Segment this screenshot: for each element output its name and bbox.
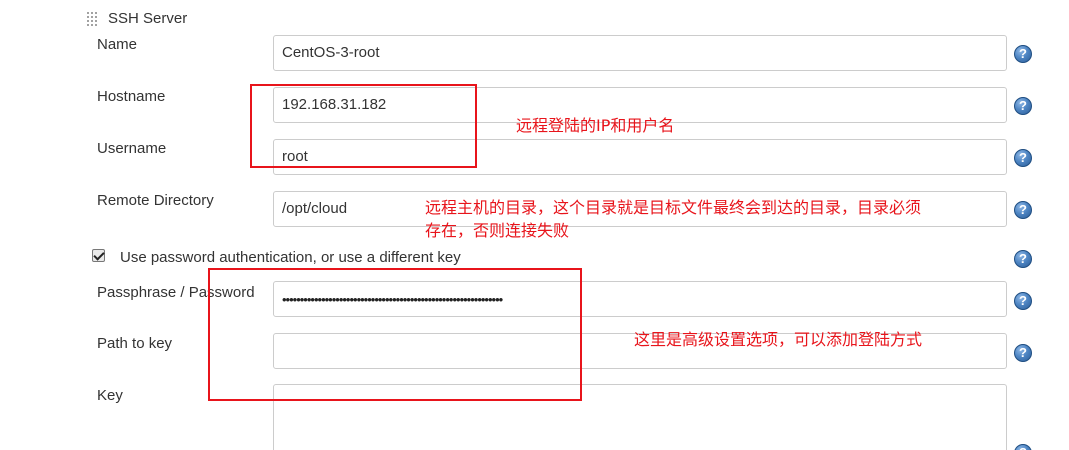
path-to-key-help-icon[interactable]: ?: [1014, 344, 1032, 362]
use-password-checkbox[interactable]: [92, 249, 105, 262]
ssh-server-config-form: SSH Server Name ? Hostname ? Username ? …: [0, 0, 1069, 450]
passphrase-help-icon[interactable]: ?: [1014, 292, 1032, 310]
section-title: SSH Server: [108, 10, 188, 27]
passphrase-input[interactable]: ••••••••••••••••••••••••••••••••••••••••…: [273, 281, 1007, 317]
use-password-label: Use password authentication, or use a di…: [120, 249, 461, 266]
use-password-help-icon[interactable]: ?: [1014, 250, 1032, 268]
remote-directory-help-icon[interactable]: ?: [1014, 201, 1032, 219]
username-input[interactable]: [273, 139, 1007, 175]
remote-directory-label: Remote Directory: [97, 192, 214, 209]
hostname-help-icon[interactable]: ?: [1014, 97, 1032, 115]
hostname-label: Hostname: [97, 88, 166, 105]
name-label: Name: [97, 36, 138, 53]
key-label: Key: [97, 387, 123, 404]
key-textarea[interactable]: [273, 384, 1007, 450]
drag-handle-icon[interactable]: [86, 11, 98, 27]
key-help-icon[interactable]: ?: [1014, 444, 1032, 450]
name-help-icon[interactable]: ?: [1014, 45, 1032, 63]
username-help-icon[interactable]: ?: [1014, 149, 1032, 167]
directory-annotation-line1: 远程主机的目录，这个目录就是目标文件最终会到达的目录，目录必须: [425, 198, 922, 217]
login-annotation: 远程登陆的IP和用户名: [516, 116, 675, 135]
username-label: Username: [97, 140, 167, 157]
passphrase-label: Passphrase / Password: [97, 284, 255, 301]
path-to-key-label: Path to key: [97, 335, 173, 352]
advanced-annotation: 这里是高级设置选项，可以添加登陆方式: [634, 330, 923, 349]
name-input[interactable]: [273, 35, 1007, 71]
directory-annotation-line2: 存在，否则连接失败: [425, 221, 570, 240]
